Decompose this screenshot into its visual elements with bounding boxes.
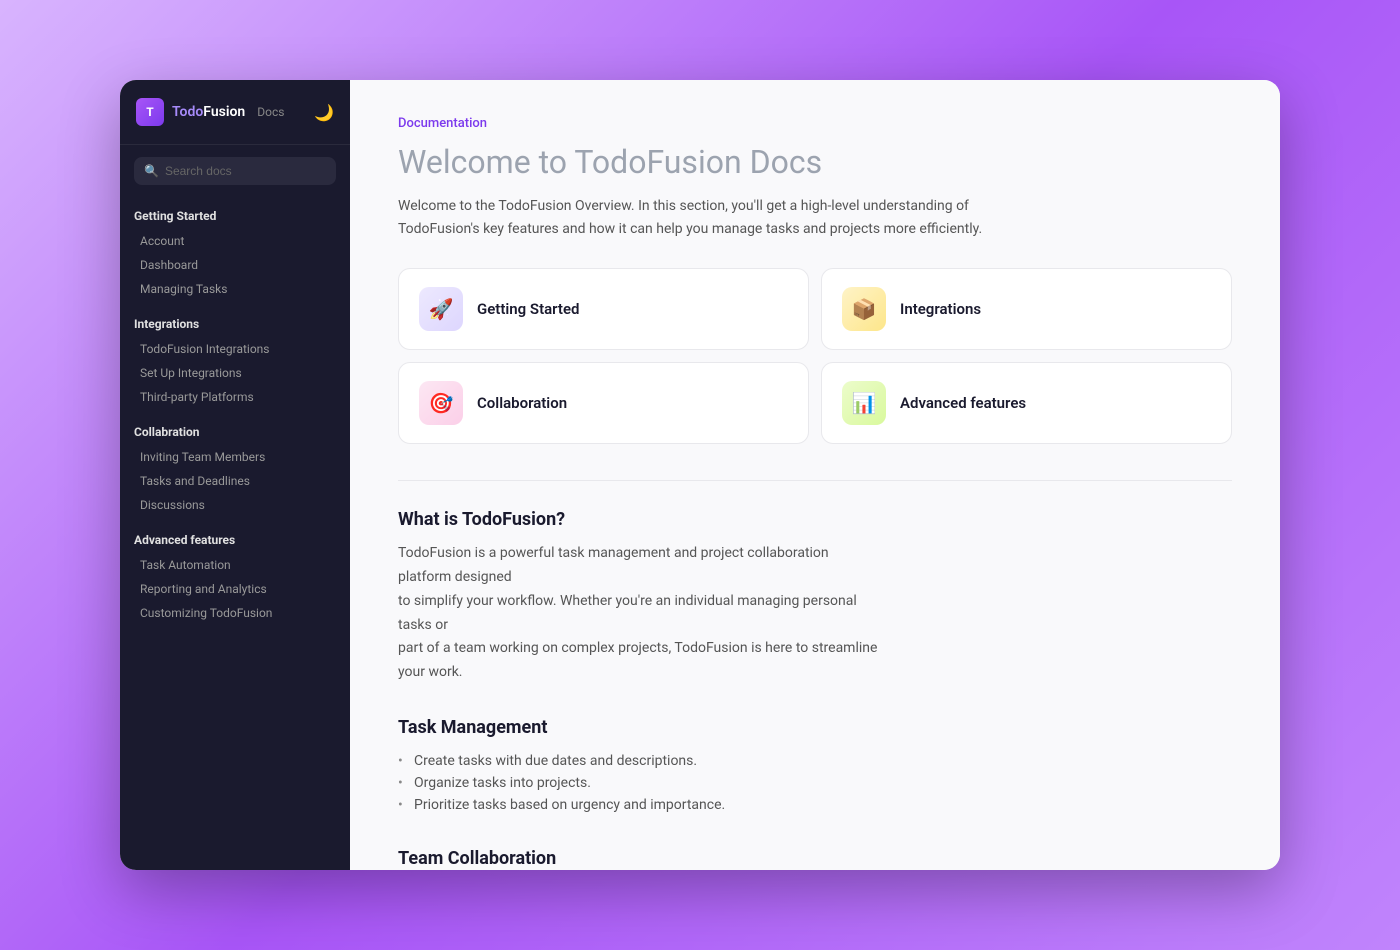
team-collab-title: Team Collaboration [398, 848, 1232, 869]
nav-section-title: Getting Started [134, 209, 336, 223]
cards-grid: 🚀 Getting Started 📦 Integrations 🎯 Colla… [398, 268, 1232, 444]
sidebar-nav-item[interactable]: Task Automation [134, 553, 336, 577]
card-icon-advanced-features: 📊 [842, 381, 886, 425]
nav-section: Getting Started AccountDashboardManaging … [120, 197, 350, 305]
sidebar-nav-item[interactable]: Discussions [134, 493, 336, 517]
intro-text: Welcome to the TodoFusion Overview. In t… [398, 195, 1038, 240]
page-title: Welcome to TodoFusion Docs [398, 143, 1232, 181]
list-item: Organize tasks into projects. [398, 772, 1232, 794]
sidebar-nav-item[interactable]: Managing Tasks [134, 277, 336, 301]
list-item: Create tasks with due dates and descript… [398, 750, 1232, 772]
breadcrumb: Documentation [398, 116, 1232, 131]
card-title-integrations: Integrations [900, 300, 981, 318]
doc-card-getting-started[interactable]: 🚀 Getting Started [398, 268, 809, 350]
nav-sections: Getting Started AccountDashboardManaging … [120, 197, 350, 629]
doc-card-advanced-features[interactable]: 📊 Advanced features [821, 362, 1232, 444]
search-box[interactable]: 🔍 [134, 157, 336, 185]
app-container: T TodoFusion Docs 🌙 🔍 Getting Started Acc… [120, 80, 1280, 870]
card-title-collaboration: Collaboration [477, 394, 567, 412]
search-icon: 🔍 [144, 164, 159, 178]
nav-section: Collabration Inviting Team MembersTasks a… [120, 413, 350, 521]
nav-section: Advanced features Task AutomationReportin… [120, 521, 350, 629]
sidebar: T TodoFusion Docs 🌙 🔍 Getting Started Acc… [120, 80, 350, 870]
logo-text: TodoFusion [172, 104, 245, 120]
sidebar-nav-item[interactable]: TodoFusion Integrations [134, 337, 336, 361]
theme-toggle-button[interactable]: 🌙 [314, 103, 334, 122]
card-title-advanced-features: Advanced features [900, 394, 1026, 412]
sidebar-nav-item[interactable]: Set Up Integrations [134, 361, 336, 385]
sidebar-nav-item[interactable]: Tasks and Deadlines [134, 469, 336, 493]
what-is-section: What is TodoFusion? TodoFusion is a powe… [398, 509, 1232, 685]
nav-section: Integrations TodoFusion IntegrationsSet U… [120, 305, 350, 413]
card-icon-collaboration: 🎯 [419, 381, 463, 425]
doc-card-collaboration[interactable]: 🎯 Collaboration [398, 362, 809, 444]
divider [398, 480, 1232, 481]
task-management-list: Create tasks with due dates and descript… [398, 750, 1232, 816]
logo-icon: T [136, 98, 164, 126]
sidebar-nav-item[interactable]: Account [134, 229, 336, 253]
docs-badge: Docs [257, 105, 284, 119]
main-content: Documentation Welcome to TodoFusion Docs… [350, 80, 1280, 870]
card-icon-integrations: 📦 [842, 287, 886, 331]
task-management-title: Task Management [398, 717, 1232, 738]
card-icon-getting-started: 🚀 [419, 287, 463, 331]
nav-section-title: Integrations [134, 317, 336, 331]
doc-card-integrations[interactable]: 📦 Integrations [821, 268, 1232, 350]
sidebar-nav-item[interactable]: Third-party Platforms [134, 385, 336, 409]
task-management-section: Task Management Create tasks with due da… [398, 717, 1232, 816]
team-collab-section: Team Collaboration Invite team members t… [398, 848, 1232, 870]
what-is-text: TodoFusion is a powerful task management… [398, 542, 878, 685]
sidebar-nav-item[interactable]: Customizing TodoFusion [134, 601, 336, 625]
sidebar-header: T TodoFusion Docs 🌙 [120, 80, 350, 145]
list-item: Prioritize tasks based on urgency and im… [398, 794, 1232, 816]
nav-section-title: Collabration [134, 425, 336, 439]
what-is-title: What is TodoFusion? [398, 509, 1232, 530]
sidebar-nav-item[interactable]: Dashboard [134, 253, 336, 277]
search-input[interactable] [165, 164, 326, 178]
sidebar-nav-item[interactable]: Inviting Team Members [134, 445, 336, 469]
sidebar-nav-item[interactable]: Reporting and Analytics [134, 577, 336, 601]
card-title-getting-started: Getting Started [477, 300, 579, 318]
nav-section-title: Advanced features [134, 533, 336, 547]
